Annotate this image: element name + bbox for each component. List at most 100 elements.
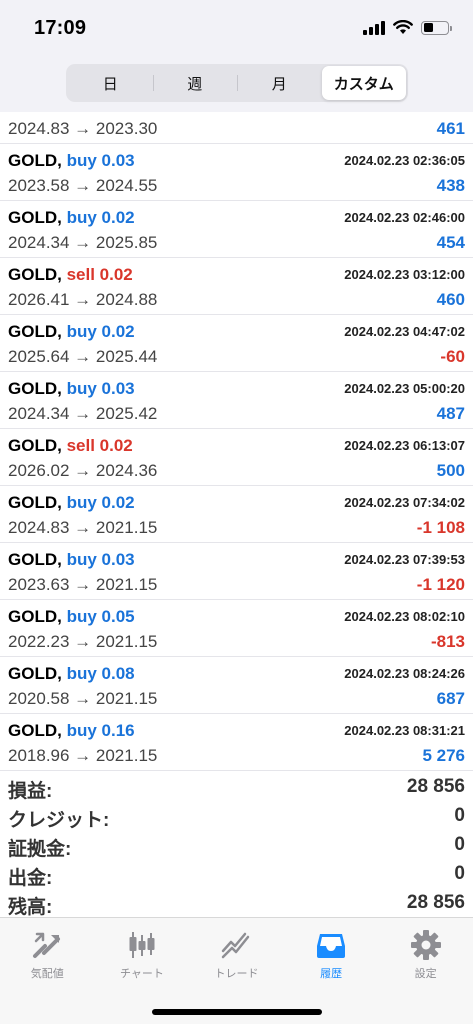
trade-prices: 2024.83 → 2023.30 <box>8 119 158 138</box>
summary-row-profit: 損益: 28 856 <box>0 772 473 802</box>
summary-label: クレジット: <box>8 810 110 831</box>
segment-custom[interactable]: カスタム <box>321 66 406 100</box>
trade-symbol: GOLD, <box>8 151 62 170</box>
trade-title: GOLD, buy 0.03 <box>8 550 135 570</box>
trade-time: 2024.02.23 02:46:00 <box>344 210 465 225</box>
trade-title: GOLD, buy 0.02 <box>8 322 135 342</box>
trade-action: buy 0.08 <box>66 664 135 683</box>
trade-title: GOLD, sell 0.02 <box>8 265 133 285</box>
trade-prices: 2025.64 → 2025.44 <box>8 347 158 366</box>
trade-symbol: GOLD, <box>8 436 62 455</box>
summary-value: 28 856 <box>406 776 465 797</box>
trade-prices: 2022.23 → 2021.15 <box>8 632 158 651</box>
tab-history[interactable]: 履歴 <box>284 918 379 988</box>
trade-symbol: GOLD, <box>8 265 62 284</box>
trade-profit: -60 <box>440 347 465 366</box>
period-selector-area: 日 週 月 カスタム <box>0 54 473 112</box>
trade-profit: -1 108 <box>416 518 465 537</box>
trade-row[interactable]: GOLD, buy 0.03 2024.02.23 02:36:05 2023.58… <box>0 144 473 201</box>
trade-row[interactable]: GOLD, buy 0.02 2024.02.23 04:47:02 2025.64… <box>0 315 473 372</box>
account-summary: 損益: 28 856 クレジット: 0 証拠金: 0 出金: 0 残高: 28 … <box>0 772 473 918</box>
tab-label: 履歴 <box>320 968 343 980</box>
summary-row-credit: クレジット: 0 <box>0 801 473 831</box>
history-list: 2024.83 → 2023.30 461 GOLD, buy 0.03 2024… <box>0 112 473 771</box>
tab-label: 設定 <box>414 968 437 980</box>
trade-symbol: GOLD, <box>8 322 62 341</box>
trade-prices: 2024.34 → 2025.85 <box>8 233 158 252</box>
history-inbox-icon <box>314 928 348 962</box>
trade-symbol: GOLD, <box>8 379 62 398</box>
trade-title: GOLD, buy 0.02 <box>8 493 135 513</box>
trade-time: 2024.02.23 06:13:07 <box>344 438 465 453</box>
trade-time: 2024.02.23 02:36:05 <box>344 153 465 168</box>
trade-time: 2024.02.23 05:00:20 <box>344 381 465 396</box>
summary-value: 0 <box>454 863 465 884</box>
trade-symbol: GOLD, <box>8 550 62 569</box>
trade-action: buy 0.05 <box>66 607 135 626</box>
trade-row[interactable]: GOLD, buy 0.02 2024.02.23 02:46:00 2024.34… <box>0 201 473 258</box>
summary-row-withdrawal: 出金: 0 <box>0 859 473 889</box>
summary-value: 0 <box>454 834 465 855</box>
trade-action: buy 0.02 <box>66 208 135 227</box>
status-time: 17:09 <box>34 17 87 39</box>
cellular-signal-icon <box>363 20 385 35</box>
tab-label: チャート <box>119 968 164 980</box>
bottom-tab-bar: 気配値 チャート トレード 履歴 設定 <box>0 917 473 1024</box>
trade-row[interactable]: GOLD, buy 0.05 2024.02.23 08:02:10 2022.23… <box>0 600 473 657</box>
trade-action: buy 0.16 <box>66 721 135 740</box>
trade-title: GOLD, buy 0.03 <box>8 379 135 399</box>
trade-title: GOLD, buy 0.16 <box>8 721 135 741</box>
home-indicator <box>152 1009 322 1015</box>
summary-label: 証拠金: <box>8 839 72 860</box>
trade-action: sell 0.02 <box>66 436 133 455</box>
trade-action: buy 0.03 <box>66 379 135 398</box>
trade-prices: 2020.58 → 2021.15 <box>8 689 158 708</box>
tab-quotes[interactable]: 気配値 <box>0 918 95 988</box>
trade-prices: 2023.58 → 2024.55 <box>8 176 158 195</box>
trade-row[interactable]: GOLD, sell 0.02 2024.02.23 03:12:00 2026.4… <box>0 258 473 315</box>
trade-row[interactable]: GOLD, buy 0.02 2024.02.23 07:34:02 2024.83… <box>0 486 473 543</box>
trade-profit: -1 120 <box>416 575 465 594</box>
tab-label: トレード <box>214 968 259 980</box>
status-bar: 17:09 <box>0 0 473 54</box>
trade-icon <box>219 928 253 962</box>
trade-time: 2024.02.23 08:02:10 <box>344 609 465 624</box>
trade-time: 2024.02.23 04:47:02 <box>344 324 465 339</box>
trade-profit: 438 <box>436 176 465 195</box>
trade-row[interactable]: GOLD, buy 0.16 2024.02.23 08:31:21 2018.96… <box>0 714 473 771</box>
trade-symbol: GOLD, <box>8 664 62 683</box>
trade-action: buy 0.02 <box>66 493 135 512</box>
trade-title: GOLD, buy 0.02 <box>8 208 135 228</box>
trade-title: GOLD, buy 0.05 <box>8 607 135 627</box>
trade-time: 2024.02.23 07:34:02 <box>344 495 465 510</box>
trade-action: buy 0.02 <box>66 322 135 341</box>
gear-icon <box>409 928 443 962</box>
trade-row[interactable]: GOLD, buy 0.08 2024.02.23 08:24:26 2020.58… <box>0 657 473 714</box>
trade-row[interactable]: GOLD, sell 0.02 2024.02.23 06:13:07 2026.0… <box>0 429 473 486</box>
trade-row-partial[interactable]: 2024.83 → 2023.30 461 <box>0 112 473 144</box>
tab-settings[interactable]: 設定 <box>378 918 473 988</box>
summary-label: 損益: <box>8 781 53 802</box>
summary-value: 0 <box>454 805 465 826</box>
trade-action: buy 0.03 <box>66 550 135 569</box>
trade-row[interactable]: GOLD, buy 0.03 2024.02.23 07:39:53 2023.63… <box>0 543 473 600</box>
trade-profit: 460 <box>436 290 465 309</box>
tab-chart[interactable]: チャート <box>95 918 190 988</box>
trade-title: GOLD, sell 0.02 <box>8 436 133 456</box>
trade-action: sell 0.02 <box>66 265 133 284</box>
trade-time: 2024.02.23 08:31:21 <box>344 723 465 738</box>
trade-symbol: GOLD, <box>8 721 62 740</box>
trade-row[interactable]: GOLD, buy 0.03 2024.02.23 05:00:20 2024.34… <box>0 372 473 429</box>
tab-trade[interactable]: トレード <box>189 918 284 988</box>
trade-profit: 487 <box>436 404 465 423</box>
segment-month[interactable]: 月 <box>237 66 322 100</box>
trade-title: GOLD, buy 0.03 <box>8 151 135 171</box>
trade-time: 2024.02.23 03:12:00 <box>344 267 465 282</box>
segment-week[interactable]: 週 <box>152 66 238 100</box>
trade-symbol: GOLD, <box>8 607 62 626</box>
period-segmented-control: 日 週 月 カスタム <box>66 64 408 102</box>
trade-profit: 461 <box>436 119 465 138</box>
trade-profit: 454 <box>436 233 465 252</box>
quotes-icon <box>30 928 64 962</box>
segment-day[interactable]: 日 <box>68 66 153 100</box>
